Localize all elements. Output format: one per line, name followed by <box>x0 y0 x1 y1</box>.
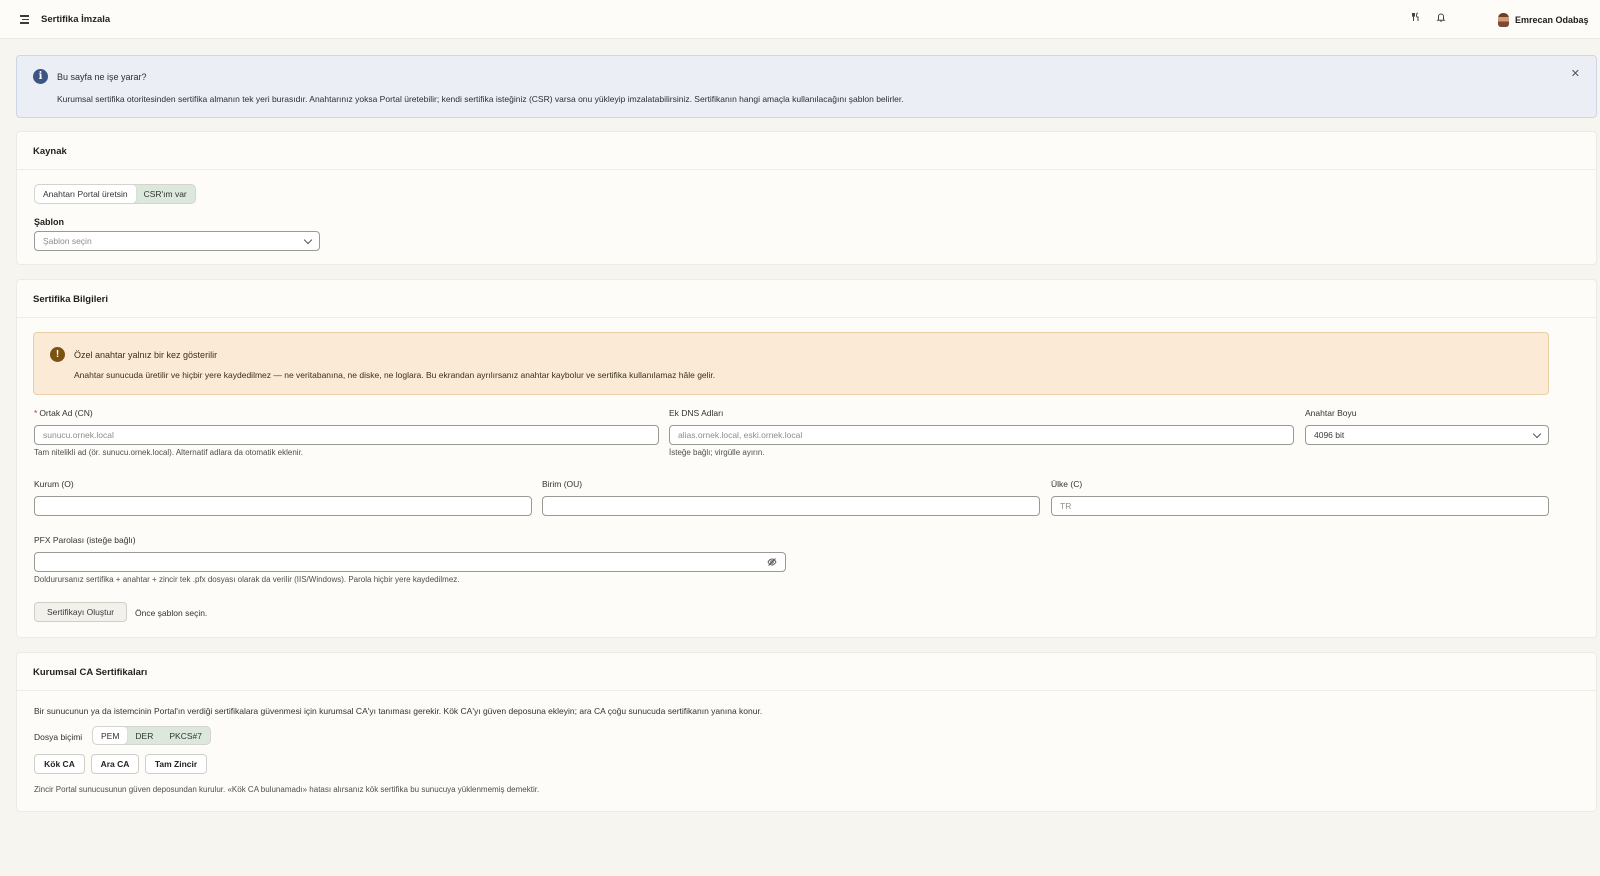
org-label: Kurum (O) <box>34 479 74 489</box>
cn-placeholder: sunucu.ornek.local <box>43 430 114 440</box>
cn-help: Tam nitelikli ad (ör. sunucu.ornek.local… <box>34 448 304 457</box>
tools-icon[interactable] <box>1409 12 1423 26</box>
key-size-value: 4096 bit <box>1314 430 1345 440</box>
close-icon[interactable]: ✕ <box>1571 67 1580 80</box>
template-placeholder: Şablon seçin <box>43 236 92 246</box>
format-label: Dosya biçimi <box>34 732 83 742</box>
warning-body: Anahtar sunucuda üretilir ve hiçbir yere… <box>74 370 716 380</box>
format-der[interactable]: DER <box>127 727 161 744</box>
cert-info-card: Sertifika Bilgileri ! Özel anahtar yalnı… <box>16 279 1597 638</box>
source-card-title: Kaynak <box>33 146 67 157</box>
dns-label: Ek DNS Adları <box>669 408 724 418</box>
warning-banner: ! Özel anahtar yalnız bir kez gösterilir… <box>33 332 1549 395</box>
dns-input[interactable]: alias.ornek.local, eski.ornek.local <box>669 425 1294 445</box>
dns-placeholder: alias.ornek.local, eski.ornek.local <box>678 430 803 440</box>
cert-info-title: Sertifika Bilgileri <box>33 294 108 305</box>
full-chain-button[interactable]: Tam Zincir <box>145 754 207 774</box>
warning-heading: Özel anahtar yalnız bir kez gösterilir <box>74 350 218 360</box>
template-select[interactable]: Şablon seçin <box>34 231 320 251</box>
avatar <box>1498 13 1509 27</box>
format-segmented-control: PEM DER PKCS#7 <box>92 726 211 745</box>
top-bar: Sertifika İmzala Emrecan Odabaş <box>0 0 1600 39</box>
source-segmented-control: Anahtarı Portal üretsin CSR'ım var <box>34 184 196 204</box>
format-pkcs7[interactable]: PKCS#7 <box>161 727 210 744</box>
source-card: Kaynak Anahtarı Portal üretsin CSR'ım va… <box>16 131 1597 265</box>
cn-input[interactable]: sunucu.ornek.local <box>34 425 659 445</box>
root-ca-button[interactable]: Kök CA <box>34 754 85 774</box>
country-input[interactable]: TR <box>1051 496 1549 516</box>
format-pem[interactable]: PEM <box>93 727 128 744</box>
info-icon: i <box>33 69 48 84</box>
ca-footer-note: Zincir Portal sunucusunun güven deposund… <box>34 785 540 794</box>
key-size-label: Anahtar Boyu <box>1305 408 1357 418</box>
segment-have-csr[interactable]: CSR'ım var <box>136 185 195 203</box>
ca-card-title: Kurumsal CA Sertifikaları <box>33 667 148 678</box>
user-name: Emrecan Odabaş <box>1515 15 1589 25</box>
pfx-label: PFX Parolası (isteğe bağlı) <box>34 535 136 545</box>
chevron-down-icon <box>303 235 313 244</box>
country-placeholder: TR <box>1060 501 1072 511</box>
pfx-help: Doldurursanız sertifika + anahtar + zinc… <box>34 575 460 584</box>
org-input[interactable] <box>34 496 532 516</box>
info-banner: i Bu sayfa ne işe yarar? Kurumsal sertif… <box>16 55 1597 118</box>
bell-icon[interactable] <box>1434 12 1448 26</box>
eye-off-icon[interactable] <box>767 557 777 567</box>
ca-certificates-card: Kurumsal CA Sertifikaları Bir sunucunun … <box>16 652 1597 812</box>
intermediate-ca-button[interactable]: Ara CA <box>91 754 139 774</box>
user-menu[interactable]: Emrecan Odabaş <box>1498 13 1589 27</box>
ou-label: Birim (OU) <box>542 479 583 489</box>
ca-description: Bir sunucunun ya da istemcinin Portal'ın… <box>34 706 763 716</box>
ou-input[interactable] <box>542 496 1040 516</box>
cn-label-text: Ortak Ad (CN) <box>39 408 93 418</box>
segment-generate-key[interactable]: Anahtarı Portal üretsin <box>35 185 136 203</box>
template-label: Şablon <box>34 217 65 227</box>
warning-icon: ! <box>50 347 65 362</box>
dns-help: İsteğe bağlı; virgülle ayırın. <box>669 448 765 457</box>
pfx-password-input[interactable] <box>34 552 786 572</box>
chevron-down-icon <box>1532 429 1542 438</box>
key-size-select[interactable]: 4096 bit <box>1305 425 1549 445</box>
create-certificate-button[interactable]: Sertifikayı Oluştur <box>34 602 127 622</box>
cn-label: * Ortak Ad (CN) <box>34 408 93 418</box>
country-label: Ülke (C) <box>1051 479 1083 489</box>
menu-icon[interactable] <box>20 14 31 24</box>
info-heading: Bu sayfa ne işe yarar? <box>57 72 147 82</box>
page-title: Sertifika İmzala <box>41 14 111 25</box>
info-body: Kurumsal sertifika otoritesinden sertifi… <box>57 94 904 104</box>
required-mark: * <box>34 408 38 418</box>
create-hint: Önce şablon seçin. <box>135 608 208 618</box>
